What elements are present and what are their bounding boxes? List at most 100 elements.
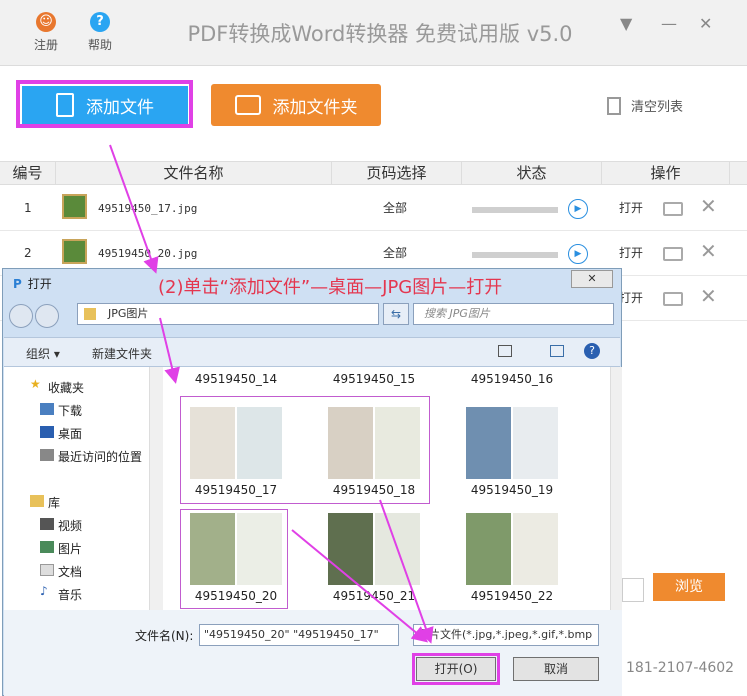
- file-name: 49519450_22: [470, 589, 554, 603]
- col-name: 文件名称: [56, 162, 332, 184]
- close-icon[interactable]: ✕: [699, 14, 712, 33]
- nav-documents[interactable]: 文档: [40, 563, 83, 580]
- folder-icon[interactable]: [663, 247, 683, 261]
- recent-icon: [40, 449, 54, 461]
- library-icon: [30, 495, 44, 507]
- delete-icon[interactable]: ✕: [700, 239, 717, 263]
- col-pages: 页码选择: [332, 162, 462, 184]
- file-tile[interactable]: 49519450_19: [460, 407, 564, 497]
- row-num: 1: [24, 201, 32, 215]
- progress-bar: [472, 207, 558, 213]
- image-thumbnail-icon: [62, 239, 87, 264]
- file-tile[interactable]: 49519450_18: [322, 407, 426, 497]
- download-icon: [40, 403, 54, 415]
- image-thumbnail: [466, 407, 558, 479]
- image-thumbnail: [328, 513, 420, 585]
- dialog-title: P 打开: [13, 275, 52, 292]
- document-icon: [40, 564, 54, 576]
- nav-videos[interactable]: 视频: [40, 517, 82, 534]
- folder-icon[interactable]: [663, 292, 683, 306]
- nav-favorites[interactable]: ★ 收藏夹: [30, 377, 84, 396]
- file-tile[interactable]: 49519450_14: [184, 372, 288, 386]
- file-tile[interactable]: 49519450_21: [322, 513, 426, 603]
- row-open[interactable]: 打开: [619, 276, 643, 321]
- row-pages[interactable]: 全部: [383, 186, 407, 231]
- play-icon[interactable]: ▶: [568, 244, 588, 264]
- minimize-icon[interactable]: —: [661, 14, 677, 33]
- app-logo-icon: P: [13, 276, 22, 291]
- register-button[interactable]: ☺ 注册: [26, 0, 66, 53]
- file-tile[interactable]: 49519450_15: [322, 372, 426, 386]
- image-thumbnail: [190, 513, 282, 585]
- back-button[interactable]: [9, 304, 33, 328]
- phone-number: 181-2107-4602: [626, 660, 735, 676]
- help-icon: ?: [90, 12, 110, 32]
- desktop-icon: [40, 426, 54, 438]
- command-bar: 组织 ▾ 新建文件夹 ?: [4, 337, 620, 367]
- open-button-highlight: [412, 653, 500, 685]
- image-thumbnail: [466, 513, 558, 585]
- filename-label: 文件名(N):: [135, 629, 194, 643]
- address-bar[interactable]: JPG图片: [77, 303, 379, 325]
- cancel-button[interactable]: 取消: [513, 657, 599, 681]
- organize-menu[interactable]: 组织 ▾: [26, 345, 60, 362]
- filename-input[interactable]: "49519450_20" "49519450_17": [199, 624, 399, 646]
- menu-icon[interactable]: ▼: [620, 14, 632, 33]
- file-name: 49519450_20: [194, 589, 278, 603]
- file-tile[interactable]: 49519450_20: [184, 513, 288, 603]
- nav-documents-label: 文档: [58, 565, 83, 579]
- file-name: 49519450_19: [470, 483, 554, 497]
- col-status: 状态: [462, 162, 602, 184]
- row-open[interactable]: 打开: [619, 231, 643, 276]
- file-name: 49519450_17: [194, 483, 278, 497]
- image-thumbnail: [190, 407, 282, 479]
- play-icon[interactable]: ▶: [568, 199, 588, 219]
- image-thumbnail: [328, 407, 420, 479]
- nav-desktop[interactable]: 桌面: [40, 425, 83, 442]
- nav-downloads[interactable]: 下载: [40, 402, 82, 419]
- dialog-footer: [4, 610, 622, 696]
- view-icon[interactable]: [498, 345, 512, 357]
- nav-recent-label: 最近访问的位置: [58, 450, 143, 464]
- nav-pictures[interactable]: 图片: [40, 540, 82, 557]
- help-button[interactable]: ? 帮助: [80, 0, 120, 53]
- video-icon: [40, 518, 54, 530]
- preview-pane-icon[interactable]: [550, 345, 564, 357]
- add-file-highlight: [16, 80, 193, 128]
- file-tile[interactable]: 49519450_17: [184, 407, 288, 497]
- help-label: 帮助: [87, 38, 112, 52]
- output-path-input[interactable]: [622, 578, 644, 602]
- folder-icon[interactable]: [663, 202, 683, 216]
- nav-music[interactable]: ♪ 音乐: [40, 584, 82, 603]
- filetype-select[interactable]: 图片文件(*.jpg,*.jpeg,*.gif,*.bmp: [413, 624, 599, 646]
- progress-bar: [472, 252, 558, 258]
- nav-scrollbar[interactable]: [149, 367, 163, 610]
- nav-desktop-label: 桌面: [58, 427, 83, 441]
- trash-icon: [607, 96, 621, 115]
- picture-icon: [40, 541, 54, 553]
- search-input[interactable]: 搜索 JPG图片: [413, 303, 614, 325]
- help-icon[interactable]: ?: [584, 343, 600, 359]
- add-folder-button[interactable]: 添加文件夹: [211, 84, 381, 126]
- new-folder-button[interactable]: 新建文件夹: [92, 345, 152, 362]
- refresh-icon[interactable]: ⇆: [383, 303, 409, 325]
- row-open[interactable]: 打开: [619, 186, 643, 231]
- navigation-pane: ★ 收藏夹 下载 桌面 最近访问的位置 库 视频 图片 文档 ♪ 音乐: [4, 367, 166, 610]
- col-num: 编号: [0, 162, 56, 184]
- file-scrollbar[interactable]: [610, 367, 622, 610]
- delete-icon[interactable]: ✕: [700, 284, 717, 308]
- delete-icon[interactable]: ✕: [700, 194, 717, 218]
- nav-recent[interactable]: 最近访问的位置: [40, 448, 143, 465]
- open-dialog: P 打开 (2)单击“添加文件”—桌面—JPG图片—打开 ✕ JPG图片 ⇆ 搜…: [2, 268, 622, 696]
- dialog-close-button[interactable]: ✕: [571, 270, 613, 288]
- file-tile[interactable]: 49519450_16: [460, 372, 564, 386]
- clear-list-button[interactable]: 清空列表: [607, 96, 683, 115]
- image-thumbnail-icon: [62, 194, 87, 219]
- dialog-title-text: 打开: [27, 277, 52, 291]
- forward-button[interactable]: [35, 304, 59, 328]
- file-tile[interactable]: 49519450_22: [460, 513, 564, 603]
- register-icon: ☺: [36, 12, 56, 32]
- star-icon: ★: [30, 377, 41, 391]
- browse-button[interactable]: 浏览: [653, 573, 725, 601]
- nav-libraries[interactable]: 库: [30, 494, 60, 511]
